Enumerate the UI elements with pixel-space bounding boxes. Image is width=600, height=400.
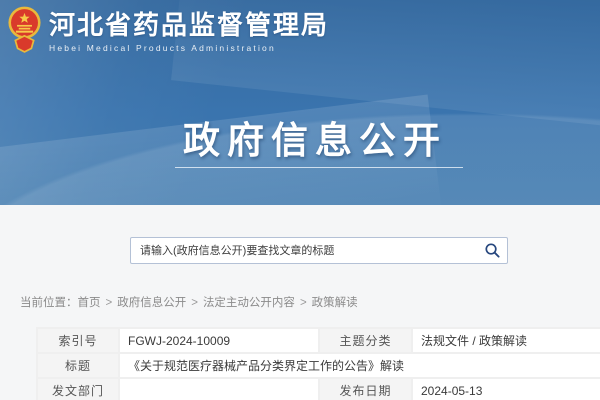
- table-row: 发文部门 发布日期 2024-05-13: [37, 378, 600, 400]
- search-input[interactable]: [131, 238, 477, 263]
- breadcrumb-home[interactable]: 首页: [78, 297, 101, 309]
- breadcrumb-gov-info[interactable]: 政府信息公开: [117, 297, 186, 309]
- breadcrumb-policy-interpretation[interactable]: 政策解读: [312, 297, 358, 309]
- document-info-table: 索引号 FGWJ-2024-10009 主题分类 法规文件 / 政策解读 标题 …: [36, 327, 600, 400]
- index-number-value: FGWJ-2024-10009: [119, 328, 319, 353]
- site-title-english: Hebei Medical Products Administration: [49, 43, 329, 53]
- search-icon: [484, 242, 501, 259]
- topic-category-label: 主题分类: [319, 328, 412, 353]
- index-number-label: 索引号: [37, 328, 119, 353]
- publish-date-value: 2024-05-13: [412, 378, 600, 400]
- title-divider: [175, 167, 463, 168]
- publish-date-label: 发布日期: [319, 378, 412, 400]
- topic-category-value: 法规文件 / 政策解读: [412, 328, 600, 353]
- breadcrumb-separator: >: [191, 297, 198, 309]
- national-emblem-icon: [7, 6, 42, 58]
- issuing-department-value: [119, 378, 319, 400]
- search-button[interactable]: [477, 238, 507, 263]
- search-bar: [130, 237, 508, 264]
- table-row: 标题 《关于规范医疗器械产品分类界定工作的公告》解读: [37, 353, 600, 378]
- breadcrumb: 当前位置：首页 > 政府信息公开 > 法定主动公开内容 > 政策解读: [20, 294, 358, 310]
- site-logo[interactable]: 河北省药品监督管理局 Hebei Medical Products Admini…: [7, 6, 329, 58]
- issuing-department-label: 发文部门: [37, 378, 119, 400]
- breadcrumb-label: 当前位置：: [20, 297, 78, 309]
- breadcrumb-separator: >: [106, 297, 113, 309]
- table-row: 索引号 FGWJ-2024-10009 主题分类 法规文件 / 政策解读: [37, 328, 600, 353]
- page-title: 政府信息公开: [0, 110, 600, 164]
- site-title: 河北省药品监督管理局: [49, 11, 329, 40]
- title-value: 《关于规范医疗器械产品分类界定工作的公告》解读: [119, 353, 600, 378]
- breadcrumb-separator: >: [300, 297, 307, 309]
- hero-banner: 河北省药品监督管理局 Hebei Medical Products Admini…: [0, 0, 600, 205]
- breadcrumb-statutory-disclosure[interactable]: 法定主动公开内容: [203, 297, 295, 309]
- title-label: 标题: [37, 353, 119, 378]
